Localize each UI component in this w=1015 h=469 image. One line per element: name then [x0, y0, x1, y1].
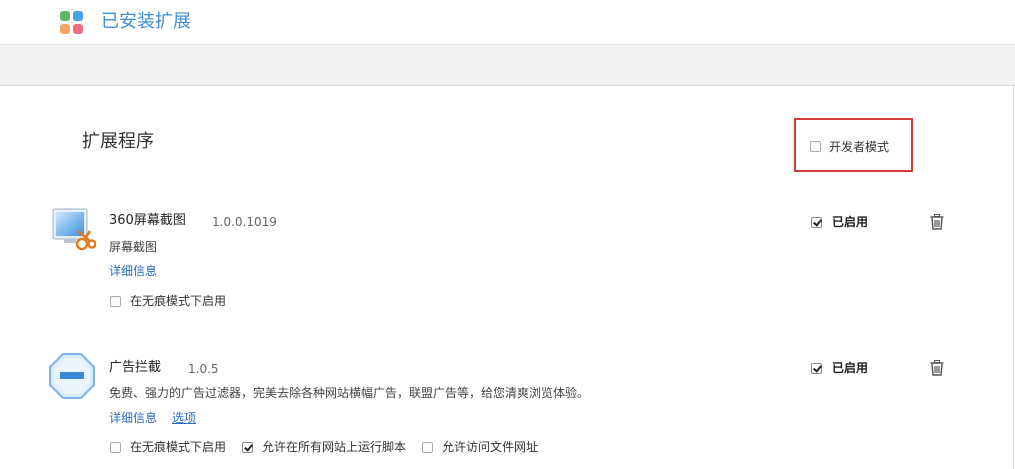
developer-mode-checkbox[interactable]	[810, 141, 821, 152]
options-link[interactable]: 选项	[172, 410, 196, 426]
incognito-label[interactable]: 在无痕模式下启用	[130, 440, 226, 454]
details-link[interactable]: 详细信息	[109, 263, 157, 279]
developer-mode-label[interactable]: 开发者模式	[829, 140, 889, 154]
extension-version: 1.0.0.1019	[212, 215, 277, 229]
toolbar-strip	[0, 45, 1015, 86]
enabled-checkbox[interactable]	[811, 217, 822, 228]
enabled-checkbox[interactable]	[811, 363, 822, 374]
extension-description: 屏幕截图	[109, 240, 158, 254]
file-urls-checkbox[interactable]	[422, 442, 433, 453]
incognito-checkbox[interactable]	[110, 296, 121, 307]
incognito-label[interactable]: 在无痕模式下启用	[130, 294, 226, 308]
extension-version: 1.0.5	[188, 362, 219, 376]
trash-icon[interactable]	[930, 214, 944, 230]
enabled-label[interactable]: 已启用	[832, 215, 868, 229]
file-urls-label[interactable]: 允许访问文件网址	[442, 440, 538, 454]
trash-icon[interactable]	[930, 360, 944, 376]
top-bar: 已安装扩展	[0, 0, 1015, 45]
extension-name: 广告拦截	[109, 360, 162, 375]
incognito-checkbox[interactable]	[110, 442, 121, 453]
all-sites-label[interactable]: 允许在所有网站上运行脚本	[262, 440, 406, 454]
enabled-label[interactable]: 已启用	[832, 361, 868, 375]
all-sites-checkbox[interactable]	[242, 442, 253, 453]
page-title: 已安装扩展	[101, 11, 191, 32]
details-link[interactable]: 详细信息	[109, 410, 157, 426]
app-logo-icon	[60, 11, 84, 35]
stop-sign-icon	[48, 352, 96, 400]
extension-description: 免费、强力的广告过滤器，完美去除各种网站横幅广告，联盟广告等，给您清爽浏览体验。	[109, 386, 590, 400]
section-title: 扩展程序	[82, 131, 154, 152]
extension-name: 360屏幕截图	[109, 213, 186, 228]
screenshot-scissors-icon	[50, 207, 97, 253]
